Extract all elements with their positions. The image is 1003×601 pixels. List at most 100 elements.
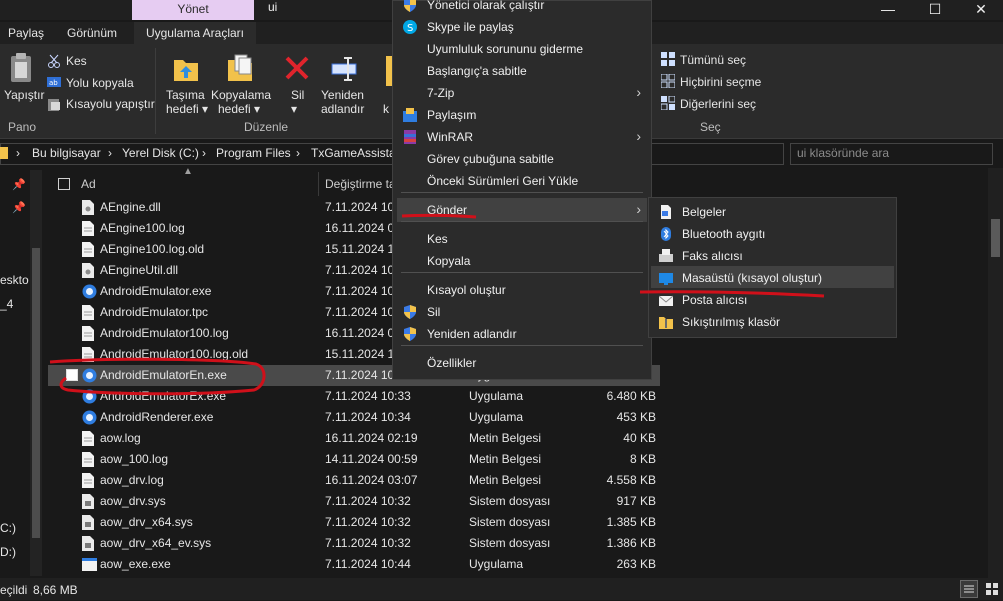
rename-button-line2[interactable]: adlandır	[321, 102, 364, 116]
move-to-button-line2[interactable]: hedefi ▾	[166, 102, 208, 116]
context-tab-manage[interactable]: Yönet	[132, 0, 254, 20]
invert-selection-button[interactable]: Diğerlerini seç	[680, 97, 756, 111]
context-menu-item[interactable]: Önceki Sürümleri Geri Yükle	[393, 170, 651, 192]
move-to-button-line1[interactable]: Taşıma	[166, 88, 205, 102]
ribbon-partial-label: k	[383, 102, 389, 116]
send-to-item[interactable]: Masaüstü (kısayol oluştur)	[649, 267, 896, 289]
context-menu-item-label: Kopyala	[427, 254, 471, 268]
file-row[interactable]: aow_drv.sys 7.11.2024 10:32 Sistem dosyası…	[48, 491, 660, 512]
paste-button[interactable]: Yapıştır	[4, 88, 44, 102]
list-scrollbar-thumb[interactable]	[991, 219, 1000, 257]
maximize-button[interactable]: ☐	[912, 0, 958, 20]
nav-scrollbar-thumb[interactable]	[32, 248, 40, 538]
breadcrumb-this-pc[interactable]: Bu bilgisayar	[32, 146, 101, 160]
context-menu-item[interactable]: Uyumluluk sorununu giderme	[393, 38, 651, 60]
file-row[interactable]: aow_100.log 14.11.2024 00:59 Metin Belgesi…	[48, 449, 660, 470]
file-icon	[82, 305, 94, 320]
send-to-item-label: Faks alıcısı	[682, 249, 743, 263]
select-none-button[interactable]: Hiçbirini seçme	[680, 75, 761, 89]
context-menu-item-label: WinRAR	[427, 130, 474, 144]
file-icon	[82, 515, 94, 530]
copy-to-button-line1[interactable]: Kopyalama	[211, 88, 271, 102]
bluetooth-icon	[659, 227, 673, 241]
context-menu-item[interactable]: Paylaşım	[393, 104, 651, 126]
context-menu-item[interactable]: 7-Zip ›	[393, 82, 651, 104]
minimize-button[interactable]: —	[865, 0, 911, 20]
column-header-name[interactable]: Ad	[81, 172, 96, 196]
cut-button[interactable]: Kes	[66, 54, 87, 68]
file-size: 917 KB	[616, 494, 656, 508]
nav-item-drive-d[interactable]: D:)	[0, 545, 16, 559]
context-menu-item[interactable]: Sil	[393, 301, 651, 323]
context-menu-item[interactable]: Yeniden adlandır	[393, 323, 651, 345]
column-header-date[interactable]: Değiştirme ta	[325, 172, 396, 196]
send-to-item[interactable]: Belgeler	[649, 201, 896, 223]
file-date: 7.11.2024 10:	[325, 284, 398, 298]
file-row[interactable]: AndroidRenderer.exe 7.11.2024 10:34 Uygula…	[48, 407, 660, 428]
nav-item-desktop[interactable]: eskto	[0, 273, 29, 287]
breadcrumb-txgameassistant[interactable]: TxGameAssistan	[311, 146, 402, 160]
copy-path-button[interactable]: Yolu kopyala	[66, 76, 134, 90]
context-menu-item-label: Kısayol oluştur	[427, 283, 506, 297]
context-menu-item[interactable]: Özellikler	[393, 352, 651, 374]
paste-shortcut-button[interactable]: Kısayolu yapıştır	[66, 97, 155, 111]
context-menu-item[interactable]: Görev çubuğuna sabitle	[393, 148, 651, 170]
file-row[interactable]: aow.log 16.11.2024 02:19 Metin Belgesi 40 K…	[48, 428, 660, 449]
winrar-icon	[403, 130, 417, 144]
context-menu-item[interactable]: WinRAR ›	[393, 126, 651, 148]
file-row[interactable]: aow_drv_x64.sys 7.11.2024 10:32 Sistem dos…	[48, 512, 660, 533]
context-menu-item[interactable]: Yönetici olarak çalıştır	[393, 0, 651, 16]
rename-button-line1[interactable]: Yeniden	[321, 88, 364, 102]
chevron-right-icon: ›	[636, 128, 641, 144]
context-menu-item[interactable]: S Skype ile paylaş	[393, 16, 651, 38]
file-type: Metin Belgesi	[469, 431, 542, 445]
pin-icon[interactable]: 📌	[12, 201, 26, 214]
pin-icon[interactable]: 📌	[12, 178, 26, 191]
nav-item-fragment[interactable]: _4	[0, 297, 13, 311]
select-all-checkbox[interactable]	[58, 178, 70, 190]
send-to-item-label: Bluetooth aygıtı	[682, 227, 766, 241]
send-to-item[interactable]: Faks alıcısı	[649, 245, 896, 267]
close-button[interactable]: ✕	[958, 0, 1003, 20]
context-menu-item-label: Özellikler	[427, 356, 477, 370]
shield-icon	[403, 327, 417, 341]
breadcrumb-local-disk[interactable]: Yerel Disk (C:)	[122, 146, 199, 160]
delete-button-label[interactable]: Sil	[291, 88, 304, 102]
column-divider[interactable]	[318, 172, 319, 196]
status-bar	[0, 578, 1003, 600]
delete-dropdown-chevron[interactable]: ▾	[291, 102, 297, 116]
copy-to-button-line2[interactable]: hedefi ▾	[218, 102, 260, 116]
file-row[interactable]: aow_drv_x64_ev.sys 7.11.2024 10:32 Sistem …	[48, 533, 660, 554]
large-icons-view-icon[interactable]	[983, 580, 1001, 598]
file-icon	[82, 326, 94, 341]
tab-view[interactable]: Görünüm	[67, 22, 117, 44]
send-to-item[interactable]: Bluetooth aygıtı	[649, 223, 896, 245]
breadcrumb-program-files[interactable]: Program Files	[216, 146, 291, 160]
select-all-button[interactable]: Tümünü seç	[680, 53, 746, 67]
context-menu-item[interactable]: Kopyala	[393, 250, 651, 272]
delete-x-icon[interactable]	[284, 55, 310, 81]
copy-to-folder-icon[interactable]	[226, 52, 254, 84]
tab-app-tools[interactable]: Uygulama Araçları	[134, 22, 256, 44]
group-label-organize: Düzenle	[244, 120, 289, 134]
details-view-icon[interactable]	[960, 580, 978, 598]
send-to-item[interactable]: Sıkıştırılmış klasör	[649, 311, 896, 333]
file-row[interactable]: aow_drv.log 16.11.2024 03:07 Metin Belgesi…	[48, 470, 660, 491]
file-date: 7.11.2024 10:32	[325, 536, 411, 550]
context-menu-item[interactable]: Kısayol oluştur	[393, 279, 651, 301]
file-type: Uygulama	[469, 389, 524, 403]
context-menu-item[interactable]: Kes	[393, 228, 651, 250]
clipboard-icon[interactable]	[8, 52, 34, 84]
tab-share[interactable]: Paylaş	[8, 22, 44, 44]
shield-icon	[403, 0, 417, 12]
rename-icon[interactable]	[330, 54, 358, 82]
context-menu-item[interactable]: Başlangıç'a sabitle	[393, 60, 651, 82]
file-date: 16.11.2024 02:19	[325, 431, 418, 445]
file-name: AndroidEmulator100.log	[100, 326, 229, 340]
file-size: 6.480 KB	[606, 389, 656, 403]
nav-item-drive-c[interactable]: C:)	[0, 521, 16, 535]
file-row[interactable]: aow_exe.exe 7.11.2024 10:44 Uygulama 263 KB	[48, 554, 660, 575]
move-to-folder-icon[interactable]	[172, 52, 200, 84]
chevron-right-icon: ›	[636, 84, 641, 100]
search-placeholder: ui klasöründe ara	[797, 146, 890, 160]
